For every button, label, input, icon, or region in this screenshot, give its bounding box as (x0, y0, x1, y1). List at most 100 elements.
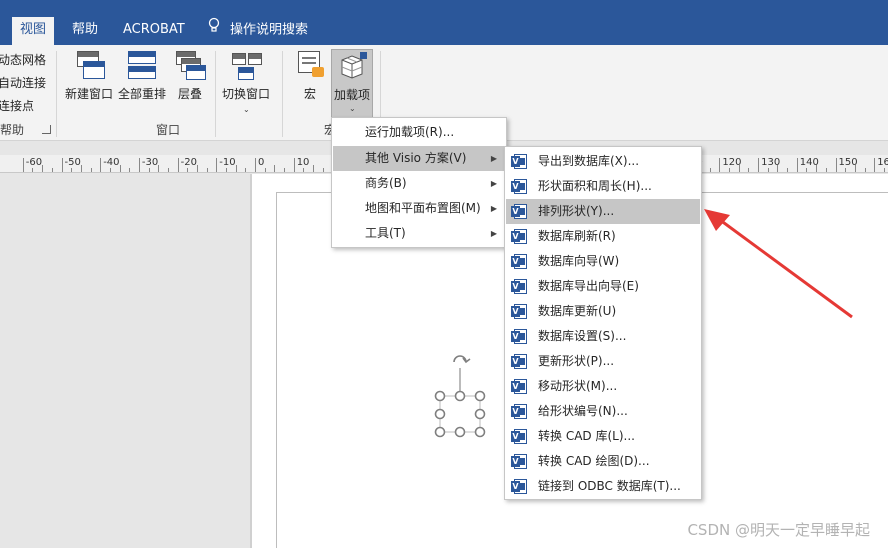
ruler-minor-tick (738, 165, 740, 172)
submenu-item[interactable]: V 数据库向导(W) (506, 249, 700, 274)
ruler-minor-tick (709, 168, 711, 172)
ruler-major-tick (796, 158, 798, 172)
ruler-minor-tick (883, 168, 885, 172)
submenu-item-label: 排列形状(Y)... (538, 204, 615, 218)
vba-macro-icon: V (511, 229, 527, 244)
group-label-window: 窗口 (156, 123, 181, 137)
ruler-minor-tick (787, 168, 789, 172)
ruler-major-tick (293, 158, 295, 172)
selected-shape-handles[interactable] (430, 348, 492, 440)
submenu-item[interactable]: V 转换 CAD 库(L)... (506, 424, 700, 449)
ruler-minor-tick (71, 168, 73, 172)
ruler-minor-tick (245, 168, 247, 172)
arrange-all-button[interactable]: 全部重排 (116, 49, 168, 113)
switch-windows-label: 切换窗口 (221, 87, 270, 101)
submenu-item-label: 数据库导出向导(E) (538, 279, 639, 293)
ruler-label: -30 (141, 157, 159, 168)
ruler-minor-tick (816, 165, 818, 172)
ruler-minor-tick (80, 165, 82, 172)
ruler-minor-tick (303, 168, 305, 172)
new-window-button[interactable]: 新建窗口 (62, 49, 116, 113)
submenu-item[interactable]: V 移动形状(M)... (506, 374, 700, 399)
submenu-item[interactable]: V 更新形状(P)... (506, 349, 700, 374)
submenu-item-label: 转换 CAD 库(L)... (538, 429, 635, 443)
submenu-arrow-icon: ▶ (490, 154, 497, 163)
submenu-item-label: 链接到 ODBC 数据库(T)... (538, 479, 681, 493)
switch-windows-icon (230, 49, 262, 81)
cascade-icon (174, 49, 206, 81)
submenu-item-label: 形状面积和周长(H)... (538, 179, 652, 193)
ruler-major-tick (216, 158, 218, 172)
visio-window: 视图 帮助 ACROBAT 操作说明搜索 动态网格 自动连接 连接点 帮助 新建… (0, 0, 888, 548)
ruler-minor-tick (748, 168, 750, 172)
cascade-button[interactable]: 层叠 (170, 49, 210, 113)
switch-windows-button[interactable]: 切换窗口 ⌄ (220, 49, 272, 114)
submenu-item[interactable]: V 转换 CAD 绘图(D)... (506, 449, 700, 474)
ruler-minor-tick (767, 168, 769, 172)
ruler-minor-tick (206, 168, 208, 172)
tab-acrobat[interactable]: ACROBAT (115, 17, 193, 45)
vba-macro-icon: V (511, 279, 527, 294)
dialog-launcher-icon[interactable] (42, 125, 51, 134)
ruler-major-tick (100, 158, 102, 172)
submenu-item[interactable]: V 给形状编号(N)... (506, 399, 700, 424)
new-window-icon (73, 49, 105, 81)
ruler-minor-tick (158, 165, 160, 172)
submenu-item-label: 数据库更新(U) (538, 304, 617, 318)
ruler-minor-tick (32, 168, 34, 172)
menu-item-label: 商务(B) (365, 176, 407, 190)
submenu-item[interactable]: V 导出到数据库(X)... (506, 149, 700, 174)
addins-button[interactable]: 加载项 ⌄ (331, 49, 373, 121)
new-window-label: 新建窗口 (64, 87, 113, 101)
menu-item-label: 工具(T) (365, 226, 406, 240)
vba-macro-icon: V (511, 254, 527, 269)
menu-item-maps-floor-plans[interactable]: 地图和平面布置图(M) ▶ (333, 196, 505, 221)
auto-connect-option[interactable]: 自动连接 (0, 74, 46, 91)
submenu-item[interactable]: V 形状面积和周长(H)... (506, 174, 700, 199)
ruler-label: 0 (258, 157, 265, 168)
lightbulb-icon (208, 17, 220, 43)
ruler-minor-tick (825, 168, 827, 172)
ruler-minor-tick (90, 168, 92, 172)
submenu-item[interactable]: V 数据库导出向导(E) (506, 274, 700, 299)
addins-cube-icon (336, 50, 368, 82)
menu-item-tools[interactable]: 工具(T) ▶ (333, 221, 505, 246)
ruler-minor-tick (119, 165, 121, 172)
tab-help[interactable]: 帮助 (64, 17, 106, 45)
submenu-item[interactable]: V 数据库更新(U) (506, 299, 700, 324)
ruler-minor-tick (322, 168, 324, 172)
chevron-down-icon: ⌄ (349, 104, 356, 113)
ruler-label: -40 (103, 157, 120, 168)
submenu-item[interactable]: V 排列形状(Y)... (506, 199, 700, 224)
submenu-item-label: 移动形状(M)... (538, 379, 618, 393)
vba-macro-icon: V (511, 454, 527, 469)
ruler-minor-tick (313, 165, 315, 172)
ruler-minor-tick (274, 165, 276, 172)
ruler-minor-tick (264, 168, 266, 172)
submenu-item-label: 数据库向导(W) (538, 254, 620, 268)
submenu-item[interactable]: V 数据库设置(S)... (506, 324, 700, 349)
menu-item-business[interactable]: 商务(B) ▶ (333, 171, 505, 196)
vba-macro-icon: V (511, 429, 527, 444)
ruler-major-tick (835, 158, 837, 172)
submenu-arrow-icon: ▶ (490, 229, 497, 238)
vba-macro-icon: V (511, 329, 527, 344)
submenu-item-label: 给形状编号(N)... (538, 404, 628, 418)
tab-view[interactable]: 视图 (12, 17, 55, 45)
cascade-label: 层叠 (177, 87, 202, 101)
vba-macro-icon: V (511, 179, 527, 194)
submenu-item[interactable]: V 链接到 ODBC 数据库(T)... (506, 474, 700, 499)
menu-item-label: 地图和平面布置图(M) (365, 201, 481, 215)
macros-button[interactable]: 宏 (292, 49, 328, 113)
dynamic-grid-option[interactable]: 动态网格 (0, 51, 46, 68)
connection-points-option[interactable]: 连接点 (0, 97, 34, 114)
watermark: CSDN @明天一定早睡早起 (687, 521, 870, 539)
menu-item-other-visio-solutions[interactable]: 其他 Visio 方案(V) ▶ (333, 146, 505, 171)
group-label-help: 帮助 (0, 123, 25, 137)
tell-me-search[interactable]: 操作说明搜索 (200, 17, 316, 45)
vba-macro-icon: V (511, 304, 527, 319)
ruler-label: -20 (180, 157, 197, 168)
menu-item-run-addin[interactable]: 运行加载项(R)... (333, 120, 505, 145)
submenu-item[interactable]: V 数据库刷新(R) (506, 224, 700, 249)
ruler-minor-tick (129, 168, 131, 172)
